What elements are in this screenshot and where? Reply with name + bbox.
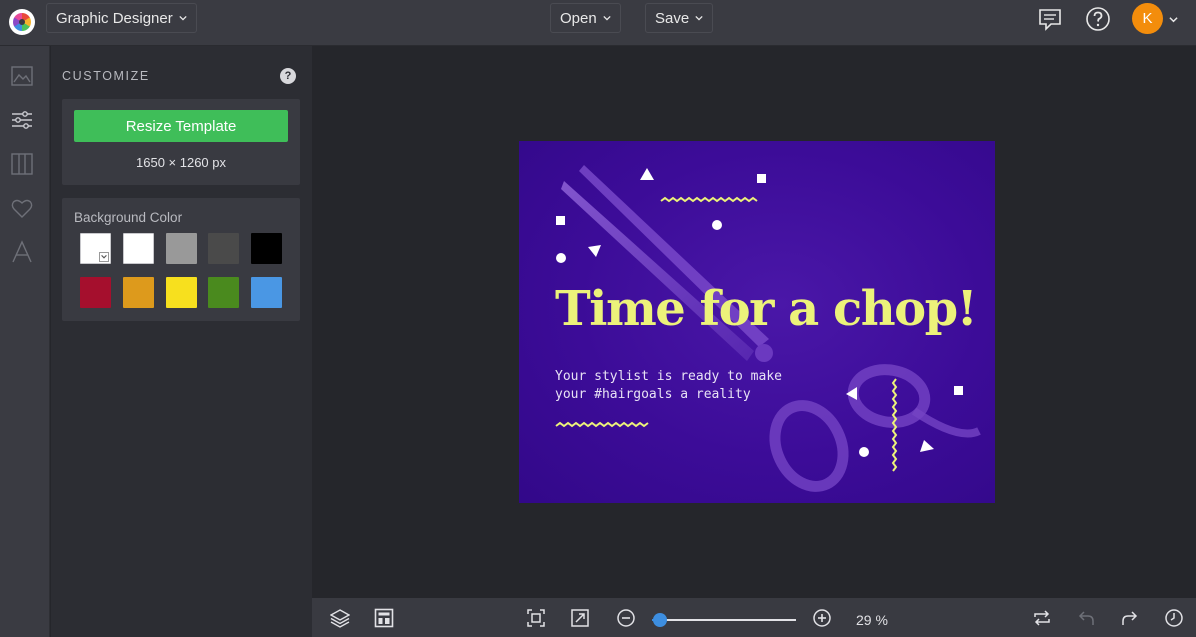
layout-icon[interactable]: [374, 608, 394, 628]
circle-shape: [556, 253, 566, 263]
heart-icon[interactable]: [10, 196, 34, 220]
zoom-out-icon[interactable]: [616, 608, 636, 628]
bottom-toolbar: 29 %: [312, 598, 1196, 637]
comment-icon[interactable]: [1037, 6, 1063, 32]
image-icon[interactable]: [10, 64, 34, 88]
template-dimensions: 1650 × 1260 px: [136, 155, 226, 170]
zoom-slider-handle[interactable]: [652, 613, 667, 627]
save-label: Save: [655, 9, 690, 27]
swap-icon[interactable]: [1032, 608, 1052, 628]
background-color-card: Background Color: [62, 198, 300, 321]
square-shape: [556, 216, 565, 225]
triangle-shape: [588, 245, 601, 257]
text-icon[interactable]: [10, 240, 34, 264]
help-icon[interactable]: ?: [280, 68, 296, 84]
design-canvas[interactable]: Time for a chop! Your stylist is ready t…: [519, 141, 995, 503]
chevron-down-icon: [99, 252, 109, 262]
circle-shape: [859, 447, 869, 457]
zigzag-line: [660, 196, 758, 203]
zoom-level: 29 %: [856, 612, 888, 628]
square-shape: [757, 174, 766, 183]
background-color-label: Background Color: [74, 210, 183, 225]
zoom-slider-track[interactable]: [652, 619, 796, 621]
fit-to-screen-icon[interactable]: [526, 608, 546, 628]
zoom-in-icon[interactable]: [812, 608, 832, 628]
app-menu-label: Graphic Designer: [56, 9, 173, 27]
history-icon[interactable]: [1164, 608, 1184, 628]
color-swatch[interactable]: [208, 233, 240, 264]
columns-icon[interactable]: [10, 152, 34, 176]
design-headline[interactable]: Time for a chop!: [555, 281, 978, 337]
customize-panel: CUSTOMIZE ? Resize Template 1650 × 1260 …: [51, 46, 312, 637]
triangle-shape: [640, 168, 654, 180]
resize-template-button[interactable]: Resize Template: [74, 110, 288, 142]
color-swatch[interactable]: [80, 277, 111, 308]
expand-icon[interactable]: [570, 608, 590, 628]
custom-color-swatch[interactable]: [80, 233, 111, 264]
color-swatch[interactable]: [122, 277, 154, 308]
sliders-icon[interactable]: [10, 108, 34, 132]
app-menu-dropdown[interactable]: Graphic Designer: [46, 3, 197, 33]
help-icon[interactable]: [1085, 6, 1111, 32]
resize-card: Resize Template 1650 × 1260 px: [62, 99, 300, 185]
left-rail: [0, 46, 50, 637]
canvas-area: Time for a chop! Your stylist is ready t…: [312, 46, 1196, 598]
color-swatch[interactable]: [165, 277, 197, 308]
open-dropdown[interactable]: Open: [550, 3, 621, 33]
open-label: Open: [560, 9, 597, 27]
color-swatch[interactable]: [251, 277, 283, 308]
zigzag-line: [555, 421, 649, 428]
zigzag-line-vertical: [891, 378, 898, 472]
square-shape: [954, 386, 963, 395]
triangle-shape: [846, 387, 857, 400]
chevron-down-icon[interactable]: [1169, 15, 1178, 24]
avatar-initial: K: [1142, 10, 1153, 27]
panel-title: CUSTOMIZE: [62, 69, 150, 83]
undo-icon[interactable]: [1076, 608, 1096, 628]
color-swatch[interactable]: [122, 233, 154, 264]
circle-shape: [712, 220, 722, 230]
chevron-down-icon: [695, 15, 703, 21]
color-swatch[interactable]: [208, 277, 240, 308]
app-logo-icon[interactable]: [9, 9, 35, 35]
design-subline-1[interactable]: Your stylist is ready to make: [555, 369, 782, 384]
chevron-down-icon: [603, 15, 611, 21]
save-dropdown[interactable]: Save: [645, 3, 714, 33]
color-swatch[interactable]: [165, 233, 197, 264]
design-subline-2[interactable]: your #hairgoals a reality: [555, 387, 751, 402]
top-bar: Graphic Designer Open Save K: [0, 0, 1196, 46]
layers-icon[interactable]: [330, 608, 350, 628]
chevron-down-icon: [179, 15, 187, 21]
color-swatch[interactable]: [251, 233, 283, 264]
redo-icon[interactable]: [1120, 608, 1140, 628]
user-avatar[interactable]: K: [1132, 3, 1163, 34]
triangle-shape: [920, 440, 934, 452]
